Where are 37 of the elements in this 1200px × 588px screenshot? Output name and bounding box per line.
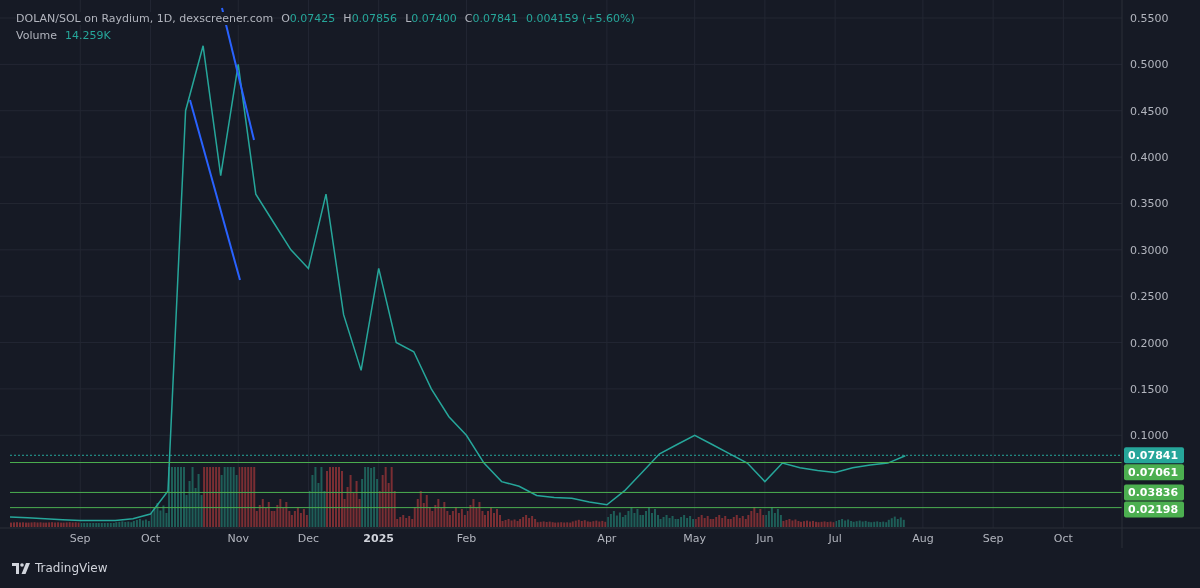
brand-name: TradingView <box>35 561 108 575</box>
price-tick-label: 0.2500 <box>1130 290 1169 304</box>
date-tick-label: Aug <box>912 532 934 545</box>
date-tick-label: Jul <box>828 532 842 545</box>
price-tick-label: 0.5500 <box>1130 12 1169 25</box>
price-badge: 0.07061 <box>1124 464 1184 481</box>
price-badge: 0.03836 <box>1124 484 1184 501</box>
price-tick-label: 0.1000 <box>1130 429 1169 443</box>
date-tick-label: Oct <box>140 532 160 545</box>
price-badge: 0.02198 <box>1124 501 1184 518</box>
ohlc-value: O0.07425 <box>281 12 336 25</box>
symbol-title: DOLAN/SOL on Raydium, 1D, dexscreener.com <box>16 12 274 25</box>
volume-label: Volume <box>16 29 57 42</box>
date-tick-label: Apr <box>597 532 617 545</box>
price-tick-label: 0.2000 <box>1130 336 1169 350</box>
date-tick-label: May <box>683 532 707 545</box>
date-tick-label: Sep <box>982 532 1004 545</box>
date-tick-label: Feb <box>456 532 477 545</box>
ohlc-value: C0.07841 <box>464 12 518 25</box>
date-tick-label: 2025 <box>363 532 394 545</box>
price-change: 0.004159 (+5.60%) <box>525 12 635 25</box>
price-tick-label: 0.1500 <box>1130 382 1169 396</box>
volume-value: 14.259K <box>64 29 111 42</box>
ohlc-value: L0.07400 <box>405 12 457 25</box>
date-tick-label: Sep <box>69 532 91 545</box>
date-tick-label: Dec <box>297 532 320 545</box>
price-tick-label: 0.3500 <box>1130 197 1169 211</box>
date-tick-label: Nov <box>227 532 249 545</box>
date-tick-label: Oct <box>1053 532 1073 545</box>
price-badge: 0.07841 <box>1124 447 1184 464</box>
date-tick-label: Jun <box>756 532 774 545</box>
price-tick-label: 0.4500 <box>1130 104 1169 118</box>
price-tick-label: 0.4000 <box>1130 151 1169 165</box>
ohlc-value: H0.07856 <box>343 12 398 25</box>
price-tick-label: 0.5000 <box>1130 58 1169 72</box>
price-tick-label: 0.3000 <box>1130 243 1169 257</box>
logo-icon <box>12 562 30 574</box>
